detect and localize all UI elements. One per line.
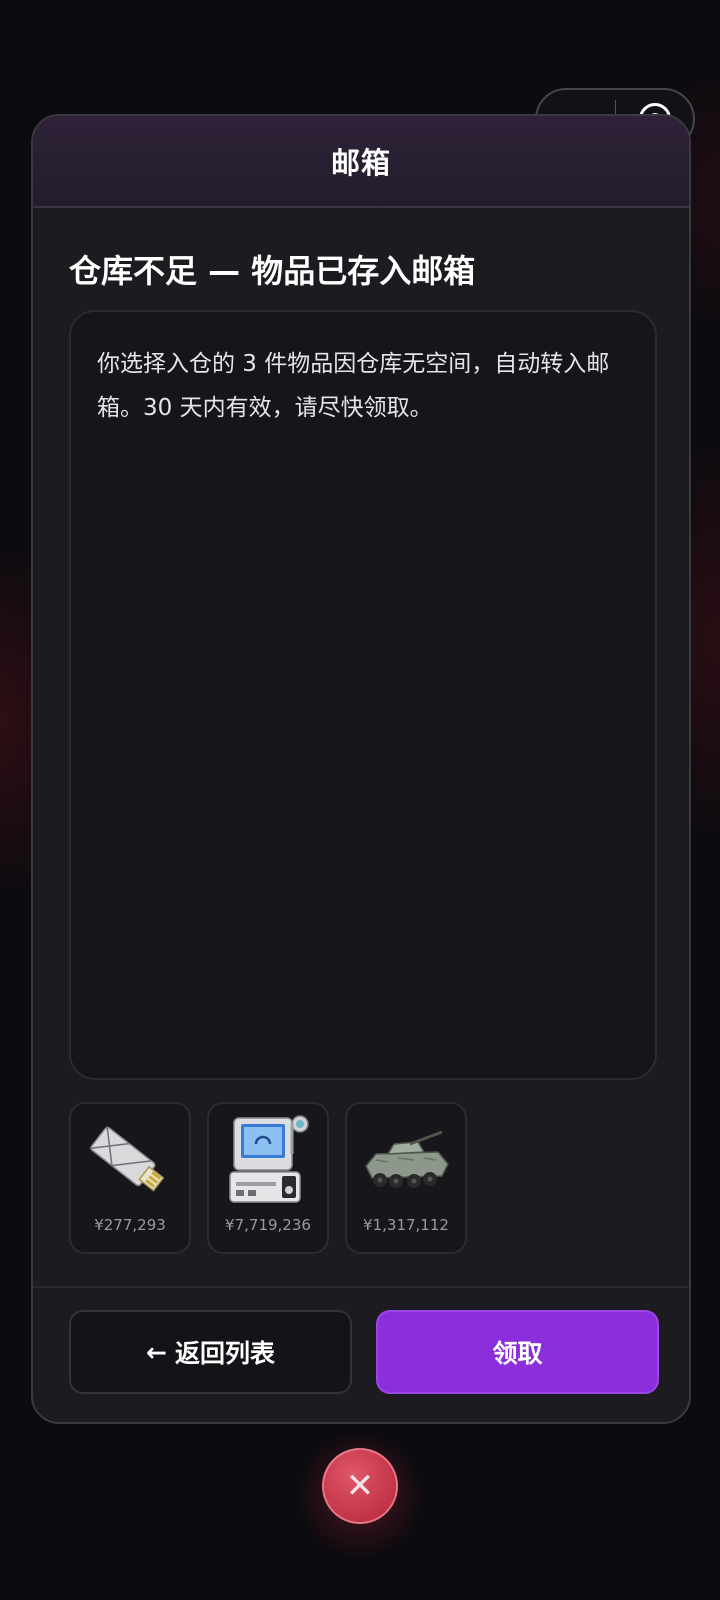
close-button[interactable]: ✕ bbox=[322, 1448, 398, 1524]
attachment-item[interactable]: ¥7,719,236 bbox=[207, 1102, 329, 1254]
item-price: ¥7,719,236 bbox=[225, 1216, 311, 1234]
arrow-left-icon: ← bbox=[146, 1337, 167, 1367]
back-to-list-button[interactable]: ← 返回列表 bbox=[69, 1310, 352, 1394]
armored-vehicle-icon bbox=[365, 1130, 449, 1188]
attachment-item[interactable]: ¥1,317,112 bbox=[345, 1102, 467, 1254]
claim-button[interactable]: 领取 bbox=[376, 1310, 659, 1394]
claim-button-label: 领取 bbox=[492, 1339, 543, 1368]
back-button-label: 返回列表 bbox=[174, 1339, 275, 1368]
mail-subject: 仓库不足 — 物品已存入邮箱 bbox=[69, 252, 476, 290]
mail-body: 你选择入仓的 3 件物品因仓库无空间，自动转入邮箱。30 天内有效，请尽快领取。 bbox=[97, 351, 610, 421]
attachment-item[interactable]: ¥277,293 bbox=[69, 1102, 191, 1254]
footer-divider bbox=[33, 1286, 689, 1288]
mail-body-box: 你选择入仓的 3 件物品因仓库无空间，自动转入邮箱。30 天内有效，请尽快领取。 bbox=[69, 310, 657, 1080]
medical-device-icon bbox=[229, 1115, 309, 1203]
close-icon: ✕ bbox=[345, 1466, 375, 1506]
modal-title: 邮箱 bbox=[330, 146, 391, 180]
item-price: ¥1,317,112 bbox=[363, 1216, 449, 1234]
modal-header: 邮箱 bbox=[33, 116, 689, 208]
usb-drive-icon bbox=[89, 1126, 165, 1192]
mailbox-modal: 邮箱 仓库不足 — 物品已存入邮箱 你选择入仓的 3 件物品因仓库无空间，自动转… bbox=[31, 114, 691, 1424]
item-price: ¥277,293 bbox=[94, 1216, 166, 1234]
attachment-list: ¥277,293 ¥7,719,236 ¥1,317,112 bbox=[69, 1102, 467, 1254]
